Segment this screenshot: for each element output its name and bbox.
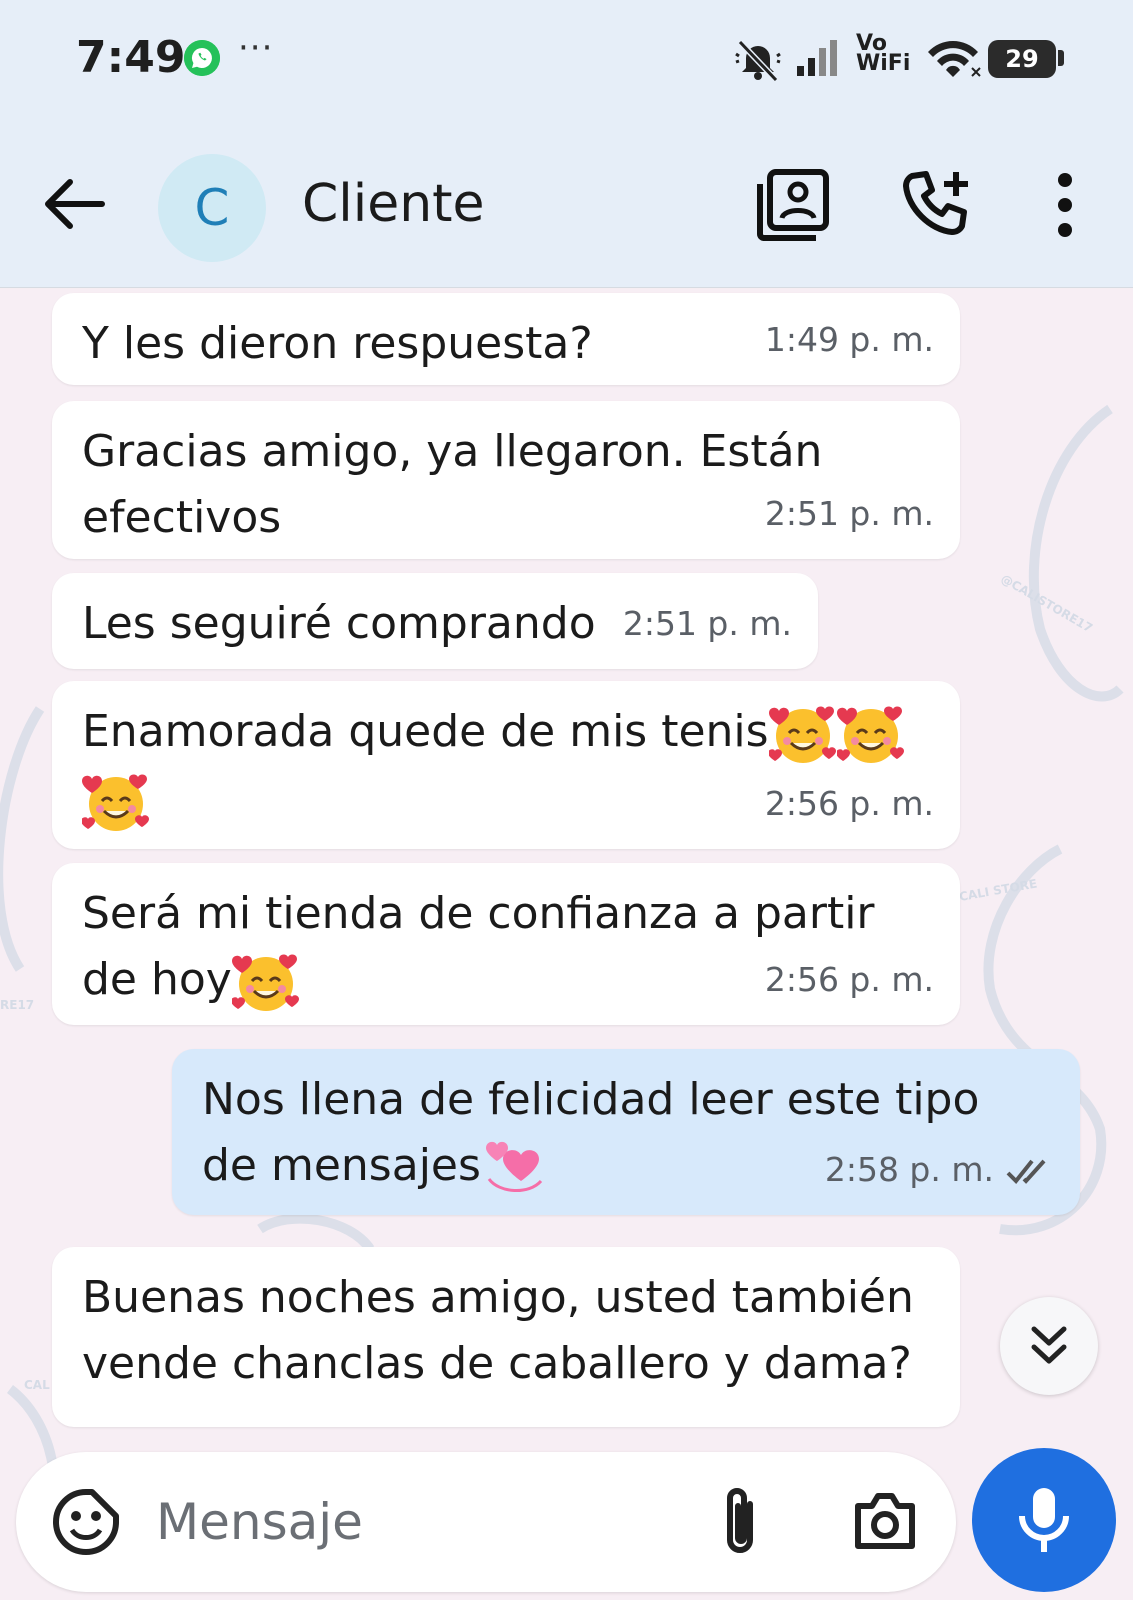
- mute-icon: [735, 39, 781, 82]
- message-text-line2: vende chanclas de caballero y dama?: [82, 1338, 912, 1389]
- svg-text:RE17: RE17: [0, 998, 34, 1012]
- message-time: 2:51 p. m.: [622, 604, 792, 643]
- wifi-icon: [928, 41, 981, 77]
- message-text-line1: Buenas noches amigo, usted también: [82, 1272, 914, 1323]
- message-text: de mensajes: [202, 1140, 481, 1191]
- signal-icon: [797, 40, 837, 76]
- message-text-line1: Enamorada quede de mis tenis: [82, 699, 930, 767]
- message-text-line1: Nos llena de felicidad leer este tipo: [202, 1074, 980, 1125]
- more-notifications-icon: ···: [238, 28, 274, 68]
- read-ticks-icon: [1006, 1159, 1046, 1184]
- message-time: 1:49 p. m.: [764, 320, 934, 359]
- scroll-to-bottom-button[interactable]: [1000, 1297, 1098, 1395]
- message-bubble-incoming[interactable]: Buenas noches amigo, usted también vende…: [52, 1247, 960, 1427]
- message-text: Enamorada quede de mis tenis: [82, 706, 769, 757]
- message-text-line1: Será mi tienda de confianza a partir: [82, 888, 875, 939]
- svg-text:CALI STORE: CALI STORE: [958, 876, 1038, 903]
- svg-text:@CALISTORE17: @CALISTORE17: [999, 571, 1096, 635]
- avatar[interactable]: C: [158, 154, 266, 262]
- message-text-line1: Gracias amigo, ya llegaron. Están: [82, 426, 823, 477]
- status-bar: 7:49 ··· Vo WiFi 29: [0, 0, 1133, 118]
- paperclip-icon[interactable]: [716, 1486, 764, 1558]
- message-bubble-incoming[interactable]: Les seguiré comprando 2:51 p. m.: [52, 573, 818, 669]
- status-time: 7:49: [76, 32, 186, 83]
- chat-area[interactable]: @CALISTORE17 CALI STORE RE17 CAL Y les d…: [0, 289, 1133, 1600]
- battery-tip: [1058, 50, 1064, 66]
- message-bubble-outgoing[interactable]: Nos llena de felicidad leer este tipo de…: [172, 1049, 1080, 1215]
- vowifi-line2: WiFi: [856, 51, 911, 76]
- svg-text:CAL: CAL: [24, 1378, 50, 1392]
- smiling-face-with-hearts-icon: [82, 769, 150, 835]
- whatsapp-icon: [184, 40, 220, 76]
- battery-icon: 29: [988, 40, 1056, 78]
- double-chevron-down-icon: [1031, 1326, 1067, 1364]
- mic-button[interactable]: [972, 1448, 1116, 1592]
- message-time: 2:51 p. m.: [764, 494, 934, 533]
- message-bubble-incoming[interactable]: Y les dieron respuesta? 1:49 p. m.: [52, 293, 960, 385]
- smiling-face-with-hearts-icon: [837, 701, 905, 767]
- message-text: de hoy: [82, 954, 232, 1005]
- mic-icon: [1019, 1488, 1069, 1552]
- message-input[interactable]: [156, 1486, 676, 1558]
- chat-header: C Cliente: [0, 118, 1133, 288]
- message-bubble-incoming[interactable]: Será mi tienda de confianza a partir de …: [52, 863, 960, 1025]
- sticker-icon[interactable]: [52, 1488, 120, 1556]
- message-time: 2:56 p. m.: [764, 784, 934, 823]
- message-bubble-incoming[interactable]: Enamorada quede de mis tenis 2:56 p. m.: [52, 681, 960, 849]
- camera-icon[interactable]: [852, 1490, 918, 1552]
- revolving-hearts-icon: [481, 1135, 549, 1201]
- smiling-face-with-hearts-icon: [769, 701, 837, 767]
- message-bubble-incoming[interactable]: Gracias amigo, ya llegaron. Están efecti…: [52, 401, 960, 559]
- message-time: 2:56 p. m.: [764, 960, 934, 999]
- more-vert-icon[interactable]: [1040, 168, 1090, 242]
- contact-card-icon[interactable]: [756, 168, 830, 242]
- smiling-face-with-hearts-icon: [232, 949, 300, 1015]
- message-time-text: 2:58 p. m.: [824, 1150, 994, 1189]
- back-arrow-icon[interactable]: [40, 176, 108, 232]
- vowifi-label: Vo WiFi: [856, 33, 918, 76]
- message-time: 2:58 p. m.: [825, 1137, 1054, 1203]
- add-call-icon[interactable]: [902, 168, 974, 240]
- message-composer: [16, 1452, 956, 1592]
- contact-name[interactable]: Cliente: [302, 174, 485, 234]
